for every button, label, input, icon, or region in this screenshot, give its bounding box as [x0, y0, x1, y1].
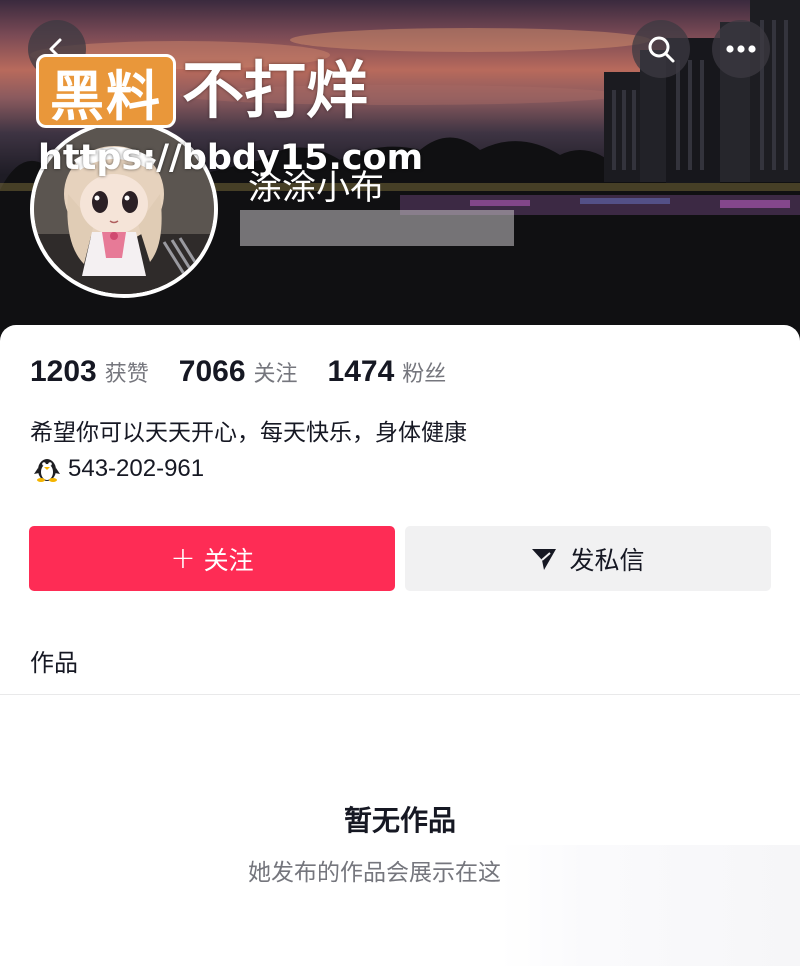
empty-state-subtitle: 她发布的作品会展示在这: [248, 860, 501, 886]
stat-following[interactable]: 7066 关注: [179, 355, 298, 389]
profile-banner: 黑料 不打烊 https://bbdy15.com 涂涂小布: [0, 0, 800, 350]
tab-works[interactable]: 作品: [30, 643, 78, 678]
search-icon: [648, 36, 675, 63]
qq-number: 543-202-961: [68, 455, 205, 482]
profile-stats: 1203 获赞 7066 关注 1474 粉丝: [30, 355, 476, 389]
follow-button[interactable]: + 关注: [29, 526, 395, 591]
redacted-id-bar: [240, 210, 514, 246]
follow-label: 关注: [203, 545, 254, 575]
penguin-icon: [34, 459, 60, 482]
stat-followers[interactable]: 1474 粉丝: [328, 355, 447, 389]
stat-likes-label: 获赞: [104, 362, 149, 387]
bottom-right-fade: [500, 845, 800, 966]
search-button[interactable]: [632, 20, 690, 78]
profile-nickname: 涂涂小布: [248, 168, 384, 208]
send-message-label: 发私信: [569, 545, 645, 575]
watermark-badge: 黑料: [36, 54, 176, 128]
tab-divider: [0, 694, 800, 695]
profile-sheet: 1203 获赞 7066 关注 1474 粉丝 希望你可以天天开心，每天快乐，身…: [0, 325, 800, 966]
stat-followers-label: 粉丝: [402, 362, 447, 387]
more-dots-icon: [726, 45, 756, 53]
send-icon: [532, 548, 557, 570]
stat-following-label: 关注: [253, 362, 298, 387]
stat-likes[interactable]: 1203 获赞: [30, 355, 149, 389]
send-message-button[interactable]: 发私信: [405, 526, 771, 591]
watermark-title: 不打烊: [182, 54, 369, 127]
stat-likes-value: 1203: [30, 355, 97, 388]
stat-followers-value: 1474: [327, 355, 395, 388]
profile-bio: 希望你可以天天开心，每天快乐，身体健康: [30, 420, 467, 446]
stat-following-value: 7066: [178, 355, 246, 388]
empty-state-title: 暂无作品: [343, 804, 456, 837]
plus-icon: +: [170, 541, 196, 576]
more-options-button[interactable]: [712, 20, 770, 78]
qq-contact: 543-202-961: [32, 455, 204, 483]
